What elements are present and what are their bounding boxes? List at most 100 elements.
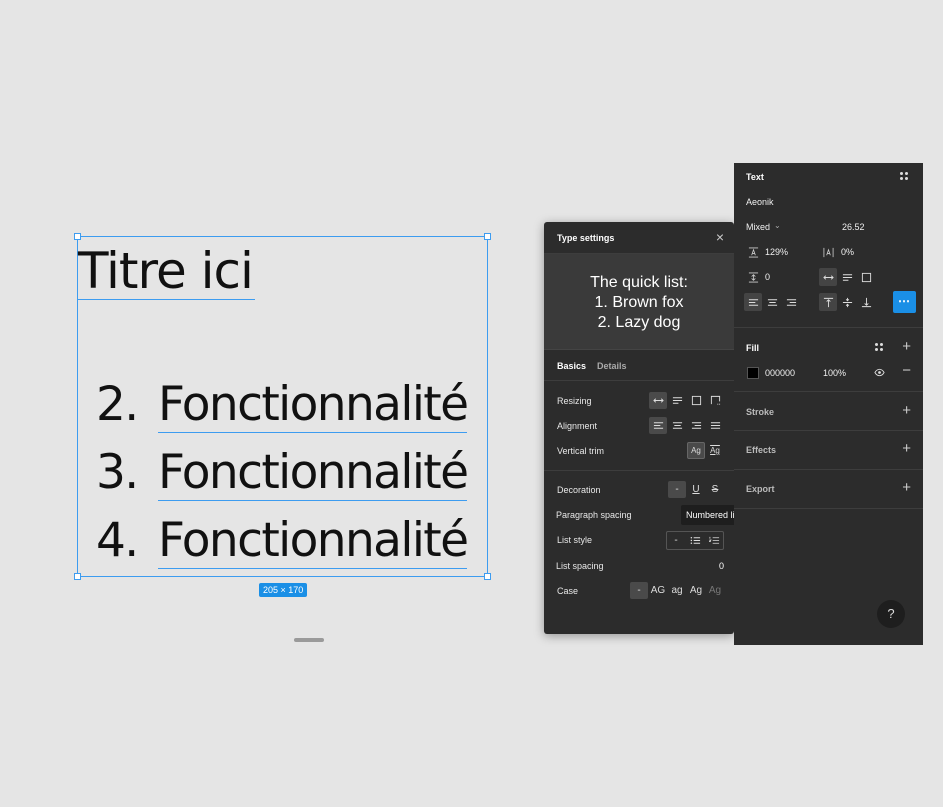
bulleted-list-icon[interactable] — [686, 532, 704, 549]
strikethrough-button[interactable]: S — [706, 481, 724, 498]
resize-handle-top-right[interactable] — [484, 233, 491, 240]
scroll-indicator — [294, 638, 324, 642]
letter-spacing-icon — [819, 243, 837, 261]
align-right-icon[interactable] — [687, 417, 705, 434]
export-section-title: Export — [746, 484, 775, 494]
auto-height-icon[interactable] — [838, 268, 856, 286]
list-spacing-row: List spacing 0 — [544, 555, 734, 577]
font-size-input[interactable]: 26.52 — [842, 222, 865, 232]
divider — [734, 469, 923, 470]
resize-handle-top-left[interactable] — [74, 233, 81, 240]
trim-standard-option[interactable]: Ag — [687, 442, 705, 459]
fill-opacity-input[interactable]: 100% — [823, 368, 846, 378]
letter-spacing-input[interactable]: 0% — [841, 247, 854, 257]
line-height-icon — [744, 243, 762, 261]
size-badge: 205 × 170 — [259, 583, 308, 597]
vertical-trim-row: Vertical trim Ag Ag — [544, 440, 734, 462]
tab-details[interactable]: Details — [597, 361, 627, 371]
type-preview: The quick list: 1. Brown fox 2. Lazy dog — [544, 254, 734, 350]
paragraph-spacing-input[interactable]: 0 — [765, 272, 770, 282]
list-text: Fonctionnalité — [158, 513, 469, 569]
effects-section-title: Effects — [746, 445, 777, 455]
small-caps-button[interactable]: Ag — [706, 582, 724, 599]
trim-cap-height-option[interactable]: Ag — [706, 442, 724, 459]
uppercase-button[interactable]: AG — [649, 582, 667, 599]
paragraph-spacing-icon — [744, 268, 762, 286]
close-icon[interactable]: × — [716, 230, 724, 244]
fill-color-swatch[interactable] — [747, 367, 759, 379]
add-fill-icon[interactable]: + — [902, 339, 911, 354]
fill-styles-icon[interactable] — [875, 343, 883, 351]
auto-width-icon[interactable] — [649, 392, 667, 409]
align-bottom-icon[interactable] — [857, 293, 875, 311]
add-export-icon[interactable]: + — [902, 480, 911, 495]
canvas-title-text[interactable]: Titre ici — [78, 243, 255, 300]
divider — [544, 470, 734, 471]
remove-fill-icon[interactable]: − — [902, 363, 911, 378]
font-weight-select[interactable]: Mixed — [746, 222, 770, 232]
decoration-row: Decoration - U S — [544, 479, 734, 501]
list-text: Fonctionnalité — [158, 377, 469, 433]
fixed-size-icon[interactable] — [687, 392, 705, 409]
type-settings-button[interactable]: ⋯ — [893, 291, 916, 313]
lowercase-button[interactable]: ag — [668, 582, 686, 599]
align-left-icon[interactable] — [744, 293, 762, 311]
paragraph-spacing-label: Paragraph spacing — [556, 510, 632, 520]
case-label: Case — [557, 586, 579, 596]
align-center-icon[interactable] — [763, 293, 781, 311]
align-right-icon[interactable] — [782, 293, 800, 311]
canvas-list-item[interactable]: 3. Fonctionnalité — [96, 445, 469, 501]
text-section-title: Text — [746, 172, 764, 182]
preview-line: The quick list: — [590, 274, 688, 291]
font-family-select[interactable]: Aeonik — [746, 197, 774, 207]
align-top-icon[interactable] — [819, 293, 837, 311]
list-spacing-label: List spacing — [556, 561, 604, 571]
canvas-list-item[interactable]: 2. Fonctionnalité — [96, 377, 469, 433]
divider — [734, 508, 923, 509]
type-settings-header: Type settings × — [544, 222, 734, 254]
underline-button[interactable]: U — [687, 481, 705, 498]
list-style-row: List style - — [544, 529, 734, 551]
fixed-size-icon[interactable] — [857, 268, 875, 286]
decoration-none-button[interactable]: - — [668, 481, 686, 498]
list-number: 3. — [96, 445, 139, 500]
list-none-button[interactable]: - — [667, 532, 685, 549]
align-justify-icon[interactable] — [706, 417, 724, 434]
list-number: 2. — [96, 377, 139, 432]
list-text: Fonctionnalité — [158, 445, 469, 501]
align-middle-icon[interactable] — [838, 293, 856, 311]
text-styles-icon[interactable] — [900, 172, 908, 180]
canvas-list-item[interactable]: 4. Fonctionnalité — [96, 513, 469, 569]
fill-section-title: Fill — [746, 343, 759, 353]
resize-handle-bottom-right[interactable] — [484, 573, 491, 580]
fill-hex-input[interactable]: 000000 — [765, 368, 795, 378]
list-number: 4. — [96, 513, 139, 568]
preview-line: 2. Lazy dog — [597, 314, 681, 331]
stroke-section-title: Stroke — [746, 407, 775, 417]
alignment-label: Alignment — [557, 421, 598, 431]
chevron-down-icon[interactable]: ⌄ — [774, 221, 781, 230]
add-stroke-icon[interactable]: + — [902, 403, 911, 418]
auto-width-icon[interactable] — [819, 268, 837, 286]
case-none-button[interactable]: - — [630, 582, 648, 599]
truncate-icon[interactable] — [706, 392, 724, 409]
line-height-input[interactable]: 129% — [765, 247, 788, 257]
preview-line: 1. Brown fox — [594, 294, 684, 311]
properties-panel: Text Aeonik Mixed ⌄ 26.52 129% 0% 0 ⋯ Fi… — [734, 163, 923, 645]
add-effect-icon[interactable]: + — [902, 441, 911, 456]
title-case-button[interactable]: Ag — [687, 582, 705, 599]
eye-icon[interactable] — [870, 363, 888, 381]
list-style-label: List style — [557, 535, 593, 545]
tab-basics[interactable]: Basics — [557, 361, 586, 371]
help-button[interactable]: ? — [877, 600, 905, 628]
align-left-icon[interactable] — [649, 417, 667, 434]
align-center-icon[interactable] — [668, 417, 686, 434]
text-frame[interactable]: Titre ici 2. Fonctionnalité 3. Fonctionnal… — [74, 233, 491, 580]
divider — [734, 327, 923, 328]
numbered-list-icon[interactable] — [705, 532, 723, 549]
alignment-row: Alignment — [544, 415, 734, 437]
auto-height-icon[interactable] — [668, 392, 686, 409]
list-spacing-value[interactable]: 0 — [719, 561, 724, 571]
resize-handle-bottom-left[interactable] — [74, 573, 81, 580]
type-settings-panel: Type settings × The quick list: 1. Brown… — [544, 222, 734, 634]
